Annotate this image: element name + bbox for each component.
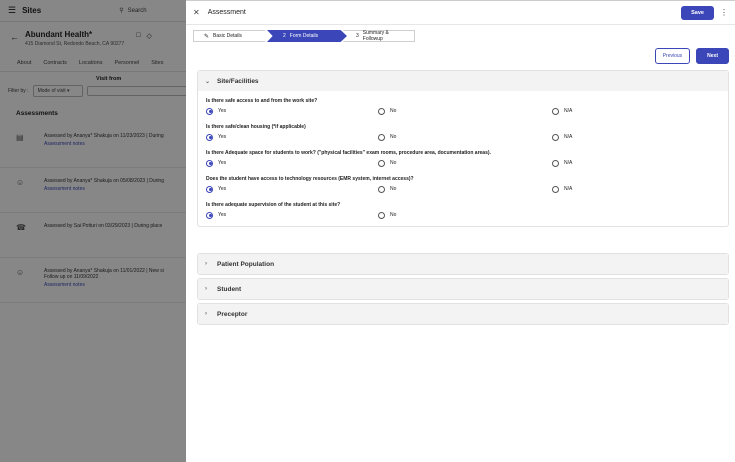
radio-unchecked-icon[interactable] <box>552 185 559 193</box>
radio-yes[interactable]: Yes <box>206 133 378 141</box>
step-summary-followup[interactable]: 3 Summary & Followup <box>343 30 415 42</box>
radio-unchecked-icon[interactable] <box>378 107 385 115</box>
radio-group: Yes No N/A <box>206 156 720 170</box>
step-navigation: Previous Next <box>654 48 729 64</box>
section-header[interactable]: › Patient Population <box>198 254 728 274</box>
radio-no[interactable]: No <box>378 133 552 141</box>
panel-header: ✕ Assessment Save ⋮ <box>186 1 735 25</box>
radio-unchecked-icon[interactable] <box>552 107 559 115</box>
chevron-right-icon: › <box>205 286 207 292</box>
radio-checked-icon[interactable] <box>206 133 213 141</box>
radio-na[interactable]: N/A <box>552 107 572 115</box>
step-basic-details[interactable]: ✎ Basic Details <box>193 30 271 42</box>
save-button[interactable]: Save <box>681 5 714 20</box>
pencil-icon: ✎ <box>204 33 210 40</box>
panel-title: Assessment <box>207 9 246 16</box>
radio-yes[interactable]: Yes <box>206 107 378 115</box>
modal-overlay[interactable] <box>0 0 186 462</box>
radio-yes[interactable]: Yes <box>206 185 378 193</box>
radio-unchecked-icon[interactable] <box>378 133 385 141</box>
radio-checked-icon[interactable] <box>206 211 213 219</box>
section-patient-population[interactable]: › Patient Population <box>197 253 729 275</box>
radio-na[interactable]: N/A <box>552 185 572 193</box>
assessment-panel: ✕ Assessment Save ⋮ ✎ Basic Details 2 Fo… <box>186 0 735 462</box>
radio-checked-icon[interactable] <box>206 185 213 193</box>
section-student[interactable]: › Student <box>197 278 729 300</box>
radio-checked-icon[interactable] <box>206 107 213 115</box>
close-icon[interactable]: ✕ <box>193 8 200 17</box>
step-form-details[interactable]: 2 Form Details <box>267 30 347 42</box>
radio-unchecked-icon[interactable] <box>378 211 385 219</box>
radio-no[interactable]: No <box>378 159 552 167</box>
chevron-down-icon: ⌄ <box>205 78 211 85</box>
stepper: ✎ Basic Details 2 Form Details 3 Summary… <box>193 30 415 42</box>
radio-group: Yes No N/A <box>206 104 720 118</box>
chevron-right-icon: › <box>205 261 207 267</box>
radio-yes[interactable]: Yes <box>206 211 378 219</box>
section-site-facilities: ⌄ Site/Facilities Is there safe access t… <box>197 70 729 227</box>
chevron-right-icon: › <box>205 311 207 317</box>
radio-unchecked-icon[interactable] <box>378 185 385 193</box>
radio-na[interactable]: N/A <box>552 159 572 167</box>
radio-na[interactable]: N/A <box>552 133 572 141</box>
radio-unchecked-icon[interactable] <box>552 159 559 167</box>
radio-no[interactable]: No <box>378 107 552 115</box>
section-header[interactable]: › Preceptor <box>198 304 728 324</box>
section-header[interactable]: ⌄ Site/Facilities <box>198 71 728 91</box>
previous-button[interactable]: Previous <box>654 48 691 64</box>
section-preceptor[interactable]: › Preceptor <box>197 303 729 325</box>
radio-yes[interactable]: Yes <box>206 159 378 167</box>
section-body: Is there safe access to and from the wor… <box>198 91 728 226</box>
radio-no[interactable]: No <box>378 211 552 219</box>
radio-unchecked-icon[interactable] <box>378 159 385 167</box>
more-options-icon[interactable]: ⋮ <box>720 8 728 17</box>
radio-no[interactable]: No <box>378 185 552 193</box>
radio-group: Yes No N/A <box>206 130 720 144</box>
radio-group: Yes No N/A <box>206 182 720 196</box>
next-button[interactable]: Next <box>696 48 729 64</box>
radio-group: Yes No <box>206 208 720 222</box>
section-header[interactable]: › Student <box>198 279 728 299</box>
radio-checked-icon[interactable] <box>206 159 213 167</box>
radio-unchecked-icon[interactable] <box>552 133 559 141</box>
